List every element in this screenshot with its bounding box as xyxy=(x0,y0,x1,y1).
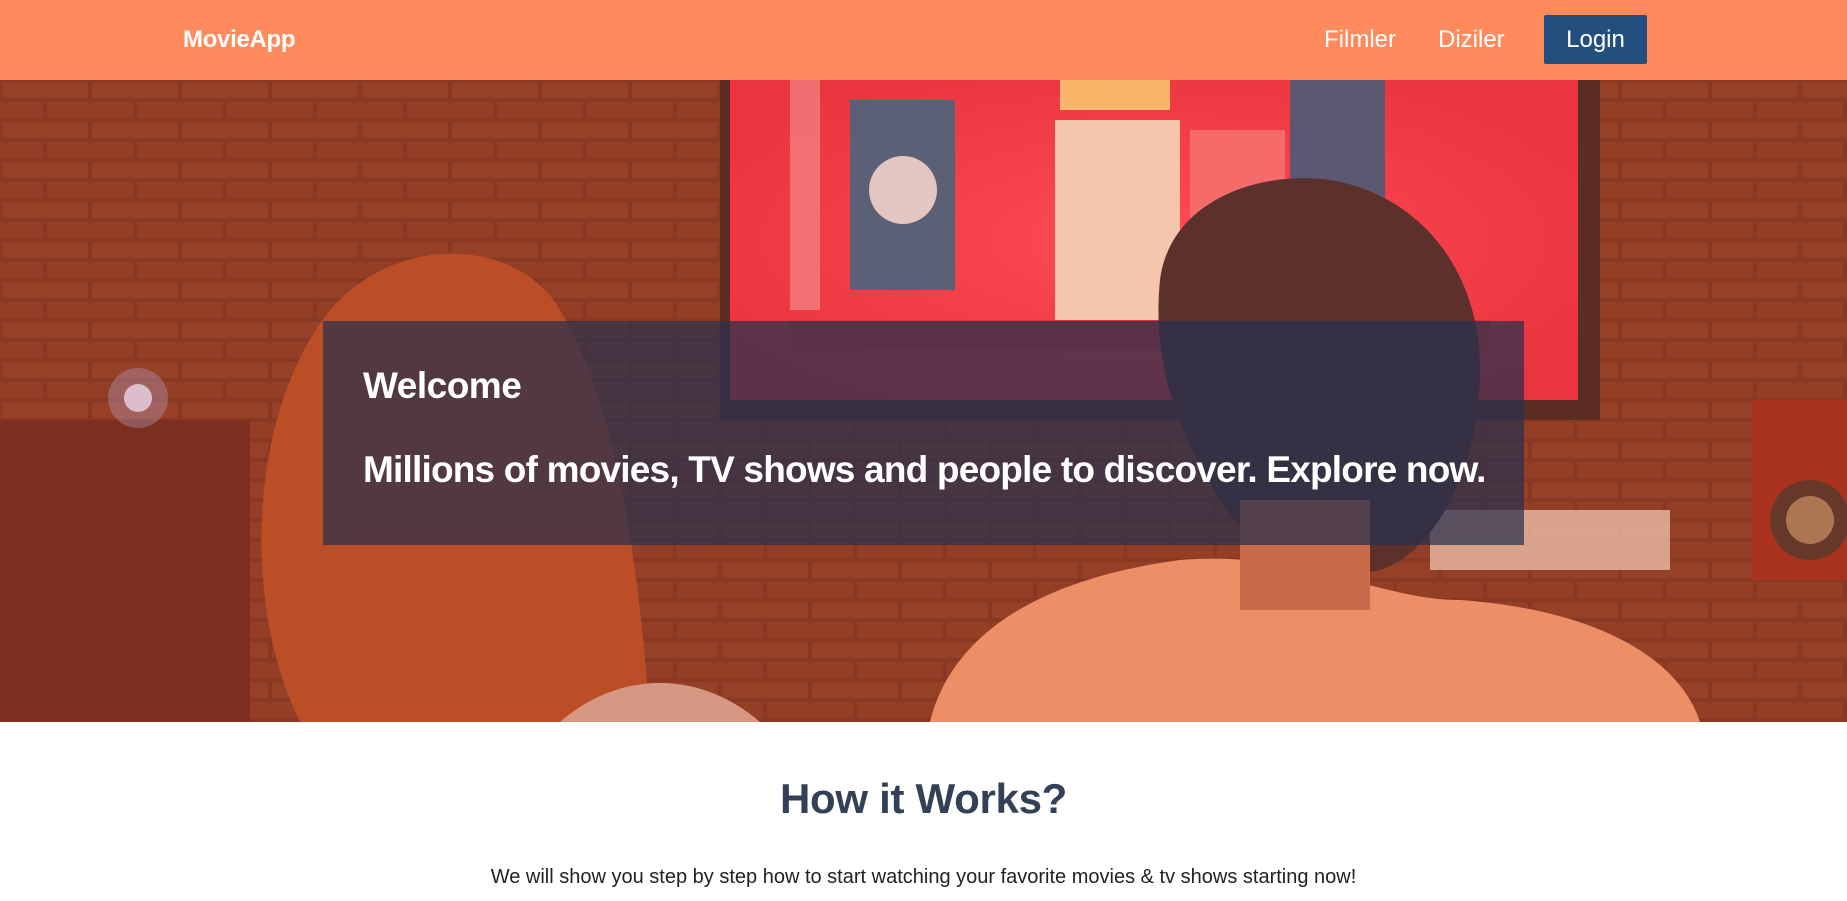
nav-link-diziler[interactable]: Diziler xyxy=(1438,0,1505,80)
login-button[interactable]: Login xyxy=(1544,15,1647,64)
hero-banner: Welcome Millions of movies, TV shows and… xyxy=(0,80,1847,722)
welcome-panel: Welcome Millions of movies, TV shows and… xyxy=(323,321,1524,545)
nav-link-filmler[interactable]: Filmler xyxy=(1324,0,1396,80)
top-navbar: MovieApp Filmler Diziler Login xyxy=(0,0,1847,80)
how-it-works-description: We will show you step by step how to sta… xyxy=(490,866,1357,888)
welcome-title: Welcome xyxy=(363,365,522,406)
brand-logo-link[interactable]: MovieApp xyxy=(183,0,296,80)
how-it-works-title: How it Works? xyxy=(779,775,1067,822)
welcome-subtitle: Millions of movies, TV shows and people … xyxy=(363,449,1486,490)
